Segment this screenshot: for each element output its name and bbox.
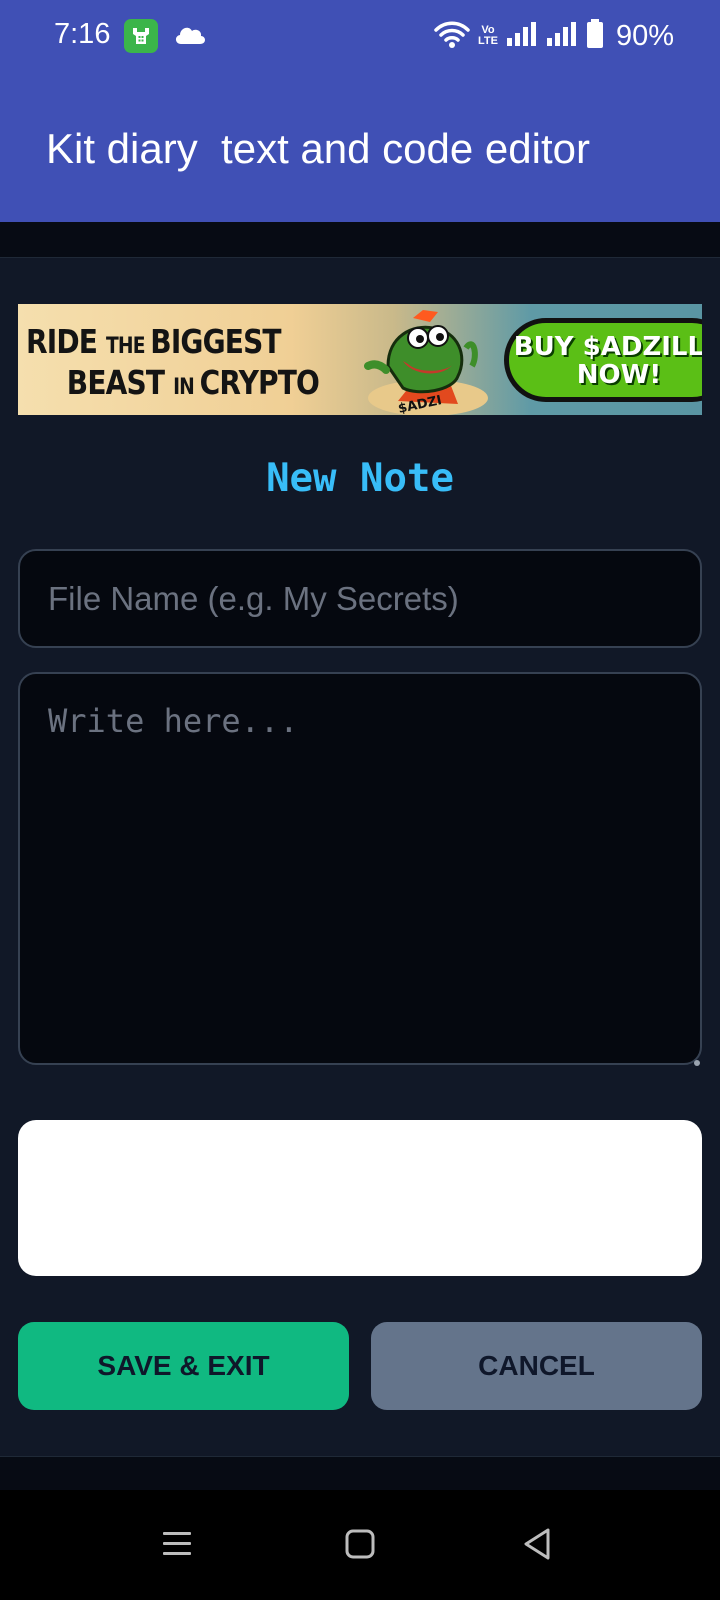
file-name-input[interactable] [20,551,700,646]
battery-icon [586,18,604,54]
app-bar: Kit diary text and code editor [0,72,720,222]
recent-apps-icon[interactable] [155,1522,199,1566]
note-body-textarea[interactable] [20,674,700,1063]
cloud-icon [173,22,207,46]
ad-banner[interactable]: RIDE THE BIGGEST BEAST IN CRYPTO $ADZI B… [18,304,702,415]
status-time: 7:16 [54,18,111,50]
home-icon[interactable] [338,1522,382,1566]
note-body-field[interactable] [18,672,702,1066]
ad-cta-line1: BUY $ADZILLA [513,332,702,362]
ad-text: BEAST [66,363,174,402]
volte-icon: Vo LTE [478,25,498,47]
file-name-field[interactable] [18,549,702,648]
ad-text: THE [106,334,151,359]
resize-handle[interactable] [694,1060,700,1066]
ad-text: RIDE [26,322,107,361]
signal-icon [506,21,538,52]
battery-percent: 90% [615,19,674,52]
system-nav-bar [0,1490,720,1600]
ad-text: BIGGEST [150,322,281,361]
app-title: Kit diary text and code editor [46,125,590,172]
status-bar: 7:16 Vo LTE 90% [0,0,720,72]
ad-cta-button[interactable]: BUY $ADZILLA NOW! [504,318,702,402]
signal-icon [546,21,578,52]
ad-text: IN [173,375,200,400]
cancel-button[interactable]: CANCEL [371,1322,702,1410]
save-exit-button[interactable]: SAVE & EXIT [18,1322,349,1410]
volte-label-bottom: LTE [477,35,498,47]
back-icon[interactable] [516,1522,560,1566]
page-title: New Note [266,456,454,501]
top-divider-band [0,222,720,258]
ad-mascot-image: $ADZI [364,310,488,415]
white-panel [18,1120,702,1276]
app-notification-icon [124,19,158,53]
ad-headline: RIDE THE BIGGEST BEAST IN CRYPTO [26,322,320,406]
status-icons: Vo LTE 90% [434,16,674,56]
wifi-icon [434,19,470,54]
bottom-divider-band [0,1456,720,1490]
ad-cta-line2: NOW! [576,360,662,390]
ad-text: CRYPTO [199,363,320,402]
